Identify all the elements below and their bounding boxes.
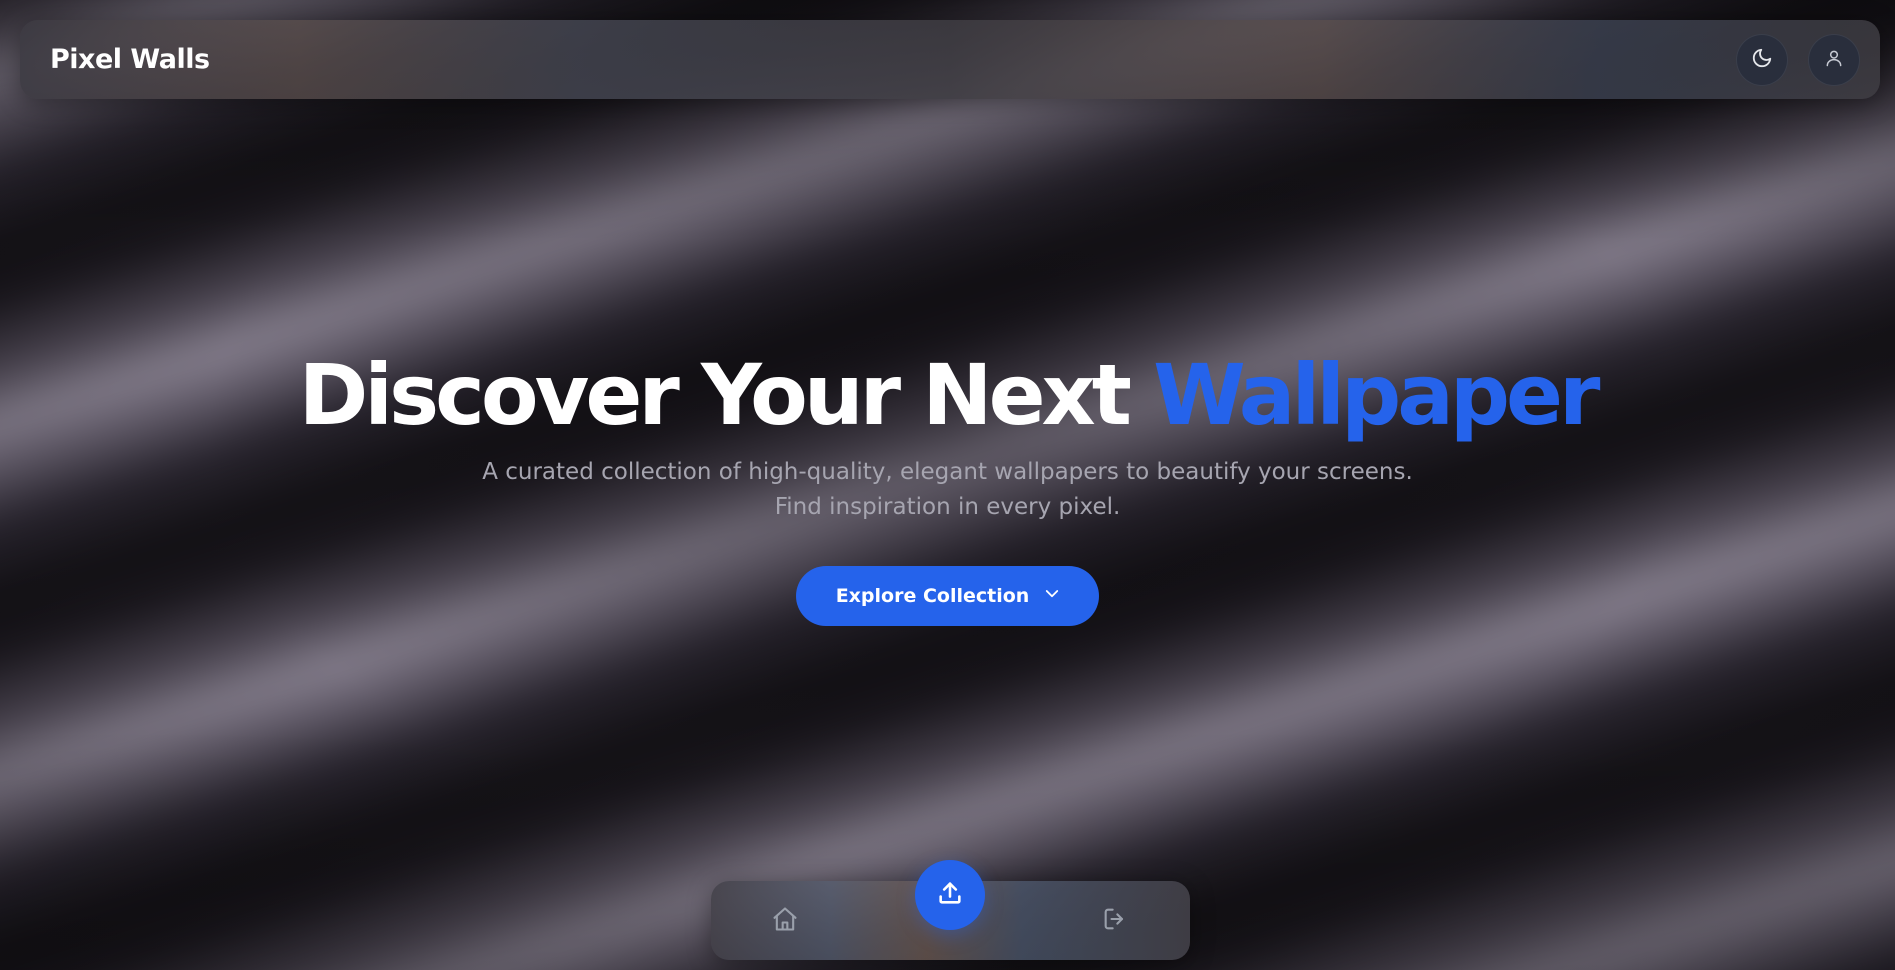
upload-button[interactable] [915,860,985,930]
hero-title: Discover Your Next Wallpaper [0,345,1895,445]
logout-icon [1101,905,1129,937]
profile-button[interactable] [1808,33,1860,86]
nav-home-button[interactable] [769,905,801,937]
upload-icon [936,879,964,911]
hero-title-accent: Wallpaper [1153,346,1600,444]
header-actions [1736,33,1860,86]
home-icon [771,905,799,937]
chevron-down-icon [1043,585,1061,608]
brand-logo[interactable]: Pixel Walls [50,44,210,75]
theme-toggle-button[interactable] [1736,33,1788,86]
moon-icon [1751,47,1773,73]
explore-collection-button[interactable]: Explore Collection [795,566,1100,626]
hero-title-prefix: Discover Your Next [298,346,1154,444]
top-header: Pixel Walls [20,20,1880,99]
hero-section: Discover Your Next Wallpaper A curated c… [0,345,1895,626]
hero-subtitle: A curated collection of high-quality, el… [482,459,1413,520]
nav-logout-button[interactable] [1099,905,1131,937]
explore-collection-label: Explore Collection [835,585,1030,607]
user-icon [1824,48,1844,72]
